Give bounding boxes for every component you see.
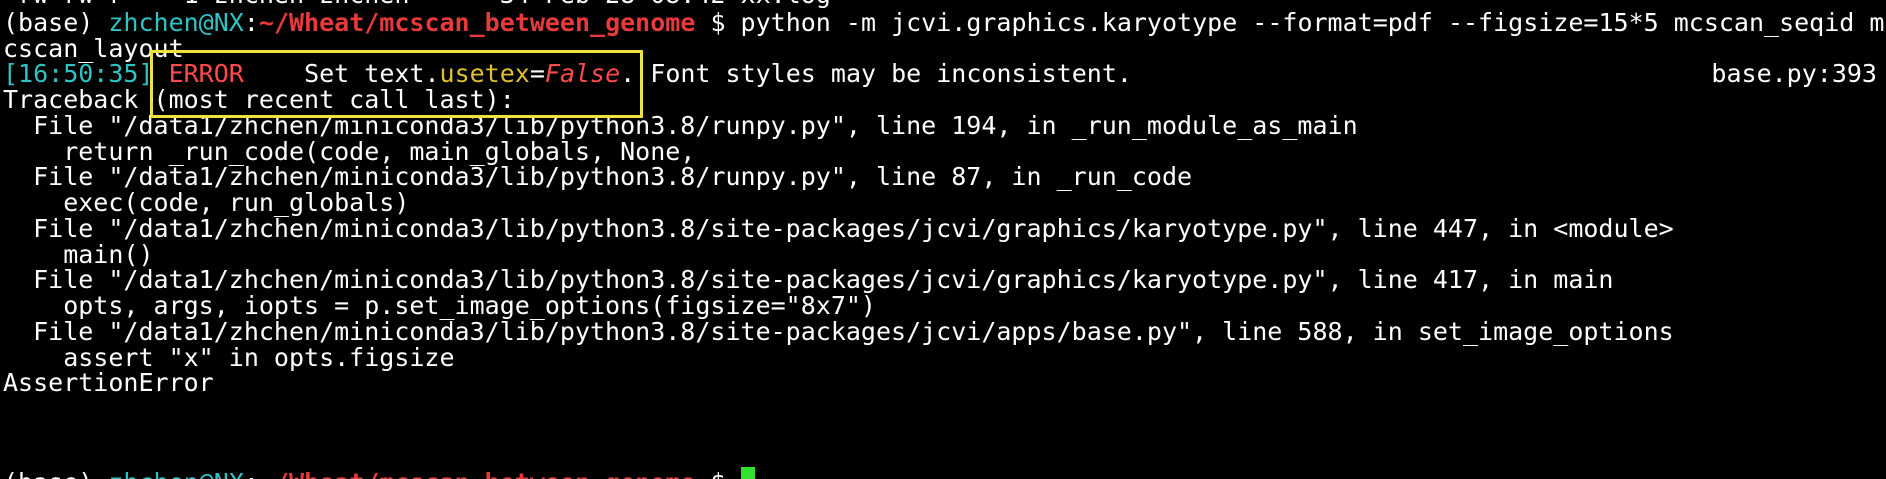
conda-env: (base) — [3, 468, 108, 479]
prompt-colon: : — [244, 468, 259, 479]
prompt-dollar: $ — [695, 468, 740, 479]
log-source: base.py:393 — [1711, 59, 1877, 88]
command-text: python -m jcvi.graphics.karyotype --form… — [740, 8, 1885, 37]
working-directory: ~/Wheat/mcscan_between_genome — [258, 8, 696, 37]
log-attr-value: False — [544, 59, 621, 88]
terminal-cursor[interactable] — [740, 467, 755, 479]
working-directory: ~/Wheat/mcscan_between_genome — [259, 468, 696, 479]
prompt-dollar: $ — [695, 8, 741, 37]
log-equals: = — [529, 59, 545, 88]
user-host: zhchen@NX — [108, 468, 243, 479]
exception-name: AssertionError — [3, 368, 214, 397]
prompt-colon: : — [243, 8, 259, 37]
command-prompt-line: (base) zhchen@NX:~/Wheat/mcscan_between_… — [3, 7, 1884, 38]
traceback-line: File "/data1/zhchen/miniconda3/lib/pytho… — [3, 214, 1674, 243]
log-message-post: . Font styles may be inconsistent. — [620, 59, 1132, 88]
next-prompt-clipped: (base) zhchen@NX:~/Wheat/mcscan_between_… — [0, 467, 1886, 479]
next-prompt-line: (base) zhchen@NX:~/Wheat/mcscan_between_… — [3, 467, 755, 479]
